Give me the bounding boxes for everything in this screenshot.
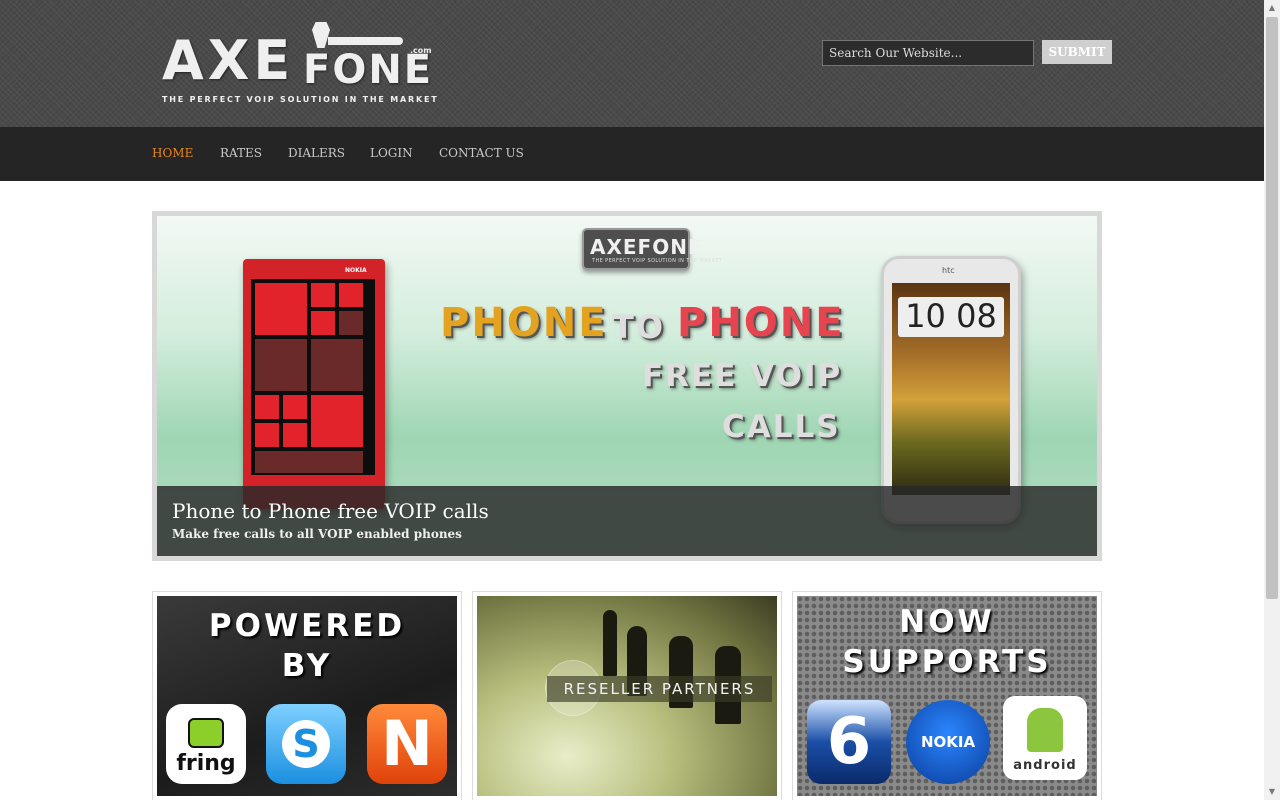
nav-item-home[interactable]: HOME <box>152 146 193 160</box>
phone-tile <box>255 339 307 391</box>
phone-tile <box>255 283 307 335</box>
nav-item-rates[interactable]: RATES <box>220 146 262 160</box>
powered-heading: POWERED <box>208 608 406 644</box>
now-supports-image: NOW SUPPORTS 6 NOKIA android <box>797 596 1097 796</box>
phone-tile <box>255 451 363 473</box>
now-heading: NOW <box>899 604 995 640</box>
logo-text-axe: AXE <box>162 29 295 92</box>
reseller-partners-image: RESELLER PARTNERS <box>477 596 777 796</box>
android-logo-icon: android <box>1003 696 1087 780</box>
headline-phone-2: PHONE <box>677 300 845 346</box>
phone-tile <box>311 311 335 335</box>
axefone-logo[interactable]: AXE .com FONE THE PERFECT VOIP SOLUTION … <box>160 22 437 106</box>
phone-tile <box>255 395 279 419</box>
caption-subtitle: Make free calls to all VOIP enabled phon… <box>172 527 462 541</box>
phone-tile <box>255 423 279 447</box>
phone-tile <box>283 423 307 447</box>
reseller-partners-card[interactable]: RESELLER PARTNERS <box>472 591 782 800</box>
site-header: AXE .com FONE THE PERFECT VOIP SOLUTION … <box>0 0 1264 127</box>
headline-phone-1: PHONE <box>440 300 608 346</box>
badge-text: AXEFONE <box>590 235 703 259</box>
nokia-logo-icon: NOKIA <box>906 700 990 784</box>
logo-tagline: THE PERFECT VOIP SOLUTION IN THE MARKET <box>162 95 439 104</box>
phone-tile <box>339 283 363 307</box>
htc-screen: 10 08 <box>892 283 1010 495</box>
scroll-down-arrow-icon[interactable]: ▼ <box>1264 784 1280 800</box>
nokia-phone-image: NOKIA <box>243 259 385 509</box>
powered-by-card[interactable]: POWERED BY fring S N <box>152 591 462 800</box>
nokia-brand-label: NOKIA <box>345 267 367 274</box>
headline-free-voip: FREE VOIP <box>642 358 843 394</box>
phone-tile <box>311 283 335 307</box>
people-figure-icon <box>603 610 617 676</box>
main-nav: HOME RATES DIALERS LOGIN CONTACT US <box>0 127 1264 181</box>
badge-tagline: THE PERFECT VOIP SOLUTION IN THE MARKET <box>592 258 723 264</box>
axefone-badge-logo: AXEFONE THE PERFECT VOIP SOLUTION IN THE… <box>582 228 722 270</box>
headline-to: TO <box>612 308 666 346</box>
logo-text-fone: FONE <box>303 47 434 93</box>
phone-tile <box>339 311 363 335</box>
now-supports-card[interactable]: NOW SUPPORTS 6 NOKIA android <box>792 591 1102 800</box>
supports-heading: SUPPORTS <box>842 644 1052 680</box>
android-label: android <box>1013 758 1077 773</box>
slide-caption: Phone to Phone free VOIP calls Make free… <box>157 486 1097 556</box>
page-scrollbar[interactable]: ▲ ▼ <box>1264 0 1280 800</box>
n-app-icon: N <box>367 704 447 784</box>
fring-app-icon: fring <box>166 704 246 784</box>
android-robot-icon <box>1027 708 1063 752</box>
skype-logo-icon: S <box>282 720 330 768</box>
scroll-up-arrow-icon[interactable]: ▲ <box>1264 0 1280 16</box>
nokia-screen <box>251 279 375 475</box>
nav-item-contact-us[interactable]: CONTACT US <box>439 146 524 160</box>
headline-calls: CALLS <box>722 409 841 445</box>
caption-title: Phone to Phone free VOIP calls <box>172 499 489 523</box>
powered-by-image: POWERED BY fring S N <box>157 596 457 796</box>
reseller-partners-label: RESELLER PARTNERS <box>547 676 772 702</box>
ios6-icon: 6 <box>807 700 891 784</box>
axe-handle-icon <box>328 37 403 45</box>
by-heading: BY <box>281 648 333 684</box>
htc-phone-image: htc 10 08 <box>881 256 1021 524</box>
skype-app-icon: S <box>266 704 346 784</box>
submit-button[interactable]: SUBMIT <box>1042 40 1112 64</box>
nav-item-login[interactable]: LOGIN <box>370 146 413 160</box>
nav-item-dialers[interactable]: DIALERS <box>288 146 345 160</box>
search-input[interactable] <box>822 40 1034 66</box>
htc-clock-widget: 10 08 <box>898 297 1004 337</box>
fring-face-icon <box>188 718 224 748</box>
phone-tile <box>311 395 363 447</box>
phone-tile <box>283 395 307 419</box>
scrollbar-thumb[interactable] <box>1266 17 1278 599</box>
htc-brand-label: htc <box>942 266 955 275</box>
phone-tile <box>311 339 363 391</box>
hero-slide: AXEFONE THE PERFECT VOIP SOLUTION IN THE… <box>157 216 1097 556</box>
fring-label: fring <box>176 751 236 776</box>
hero-slider[interactable]: AXEFONE THE PERFECT VOIP SOLUTION IN THE… <box>152 211 1102 561</box>
